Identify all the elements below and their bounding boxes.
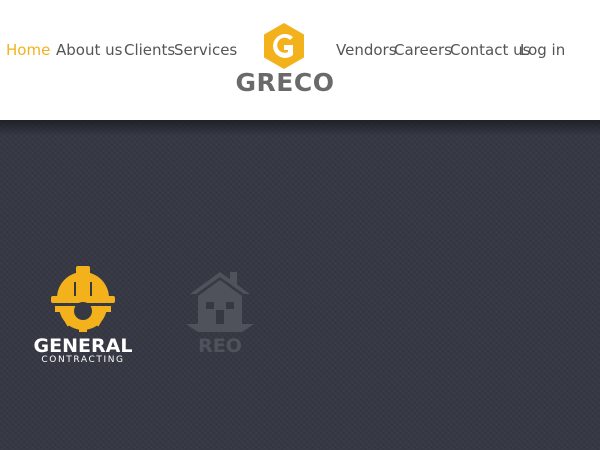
nav-about-us[interactable]: About us <box>56 40 122 60</box>
service-general-contracting[interactable]: GENERAL CONTRACTING <box>33 262 133 372</box>
nav-vendors[interactable]: Vendors <box>336 40 397 60</box>
nav-careers[interactable]: Careers <box>394 40 452 60</box>
nav-services[interactable]: Services <box>174 40 237 60</box>
hero-top-shadow <box>0 120 600 136</box>
nav-clients[interactable]: Clients <box>124 40 175 60</box>
logo-text: GRECO <box>235 68 335 97</box>
site-header: Home About us Clients Services GRECO Ven… <box>0 0 600 120</box>
service-subtitle: CONTRACTING <box>41 355 125 365</box>
nav-contact-us[interactable]: Contact us <box>450 40 530 60</box>
greco-logo[interactable]: GRECO <box>235 22 335 100</box>
greco-g-gear-icon <box>264 23 304 69</box>
house-icon <box>186 272 254 332</box>
service-title: REO <box>198 335 242 357</box>
nav-home[interactable]: Home <box>6 40 50 60</box>
nav-log-in[interactable]: Log in <box>520 40 565 60</box>
service-reo[interactable]: REO <box>170 262 270 372</box>
hardhat-gear-icon <box>51 266 115 332</box>
